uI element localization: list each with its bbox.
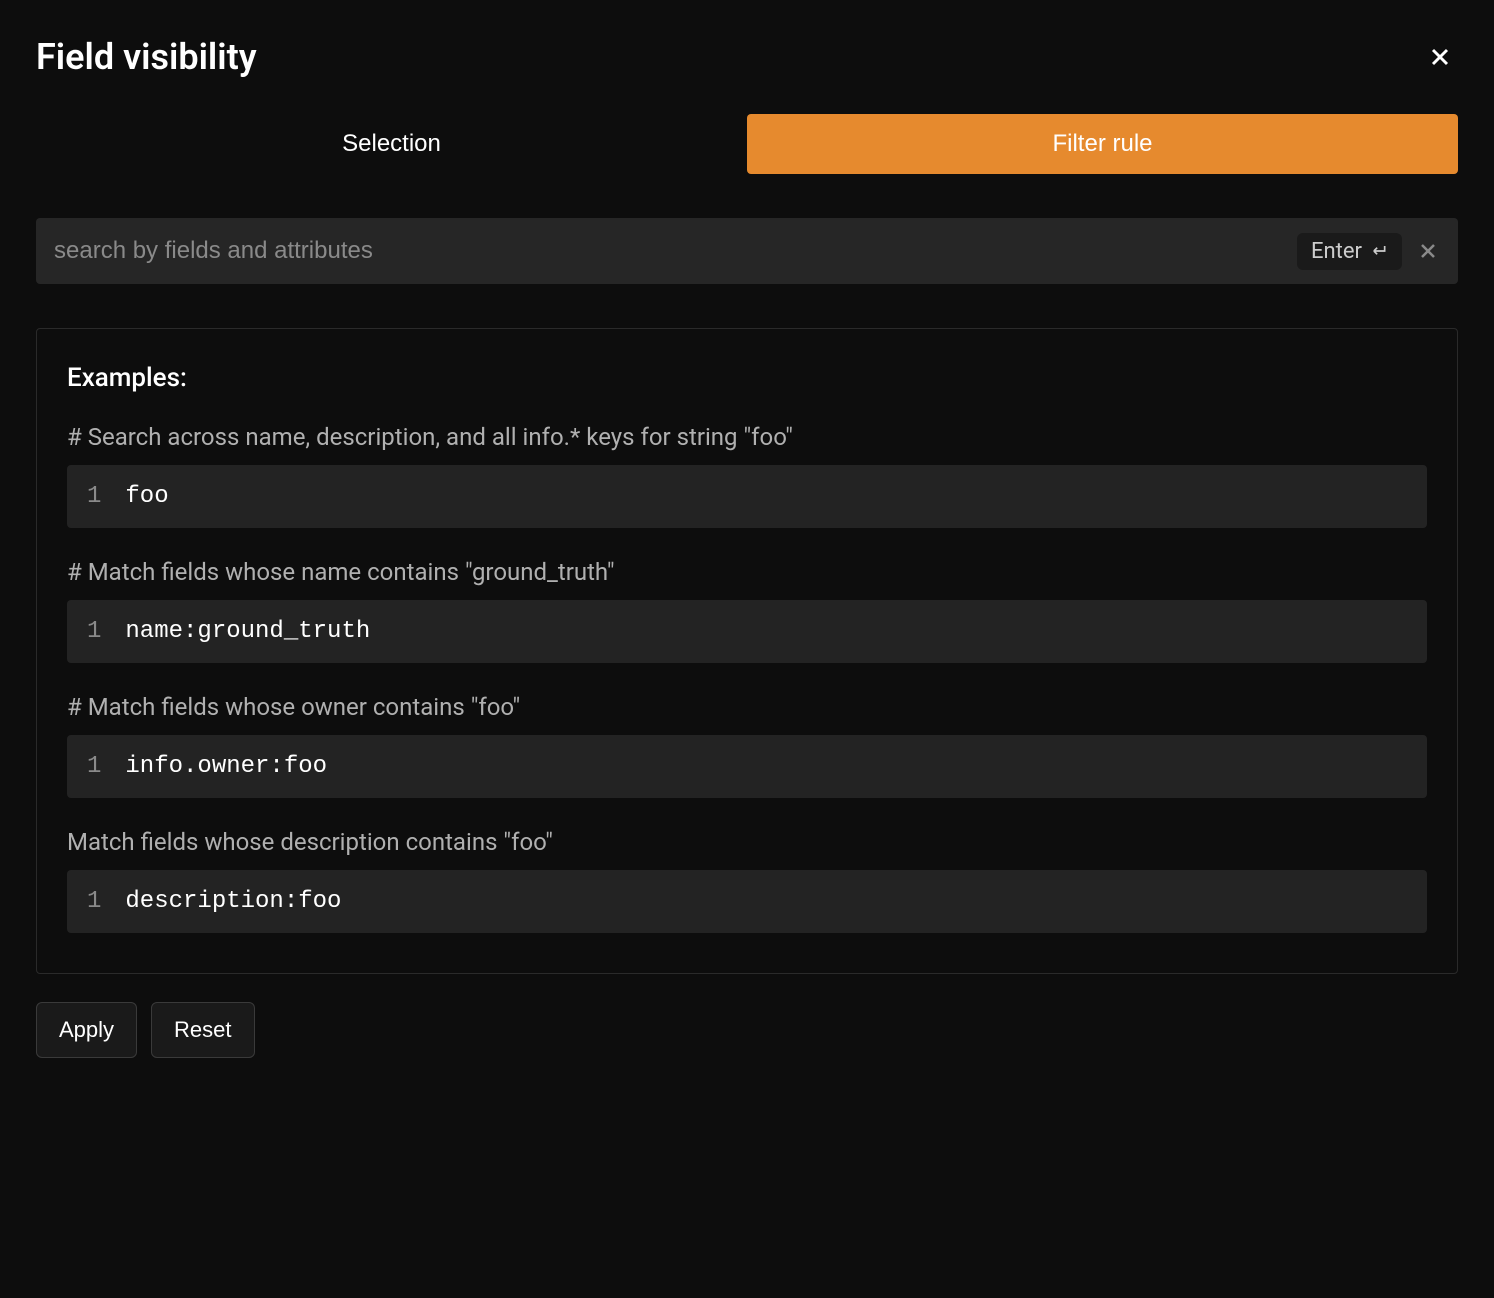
example-item: # Match fields whose name contains "grou… xyxy=(67,558,1427,663)
code-text: foo xyxy=(125,483,168,510)
line-number: 1 xyxy=(87,618,101,645)
example-code: 1 info.owner:foo xyxy=(67,735,1427,798)
example-item: Match fields whose description contains … xyxy=(67,828,1427,933)
example-description: # Match fields whose owner contains "foo… xyxy=(67,693,1427,721)
code-text: info.owner:foo xyxy=(125,753,327,780)
code-text: name:ground_truth xyxy=(125,618,370,645)
example-description: # Search across name, description, and a… xyxy=(67,423,1427,451)
example-item: # Search across name, description, and a… xyxy=(67,423,1427,528)
search-bar: Enter xyxy=(36,218,1458,284)
example-description: Match fields whose description contains … xyxy=(67,828,1427,856)
close-button[interactable] xyxy=(1422,39,1458,75)
tab-selection[interactable]: Selection xyxy=(36,114,747,174)
tabs: Selection Filter rule xyxy=(36,114,1458,174)
examples-panel: Examples: # Search across name, descript… xyxy=(36,328,1458,974)
tab-filter-rule[interactable]: Filter rule xyxy=(747,114,1458,174)
line-number: 1 xyxy=(87,888,101,915)
search-input[interactable] xyxy=(54,237,1297,265)
code-text: description:foo xyxy=(125,888,341,915)
example-item: # Match fields whose owner contains "foo… xyxy=(67,693,1427,798)
example-code: 1 description:foo xyxy=(67,870,1427,933)
apply-button[interactable]: Apply xyxy=(36,1002,137,1058)
enter-hint-badge: Enter xyxy=(1297,233,1402,270)
examples-heading: Examples: xyxy=(67,363,1427,393)
close-icon xyxy=(1416,239,1440,263)
clear-search-button[interactable] xyxy=(1416,239,1440,263)
example-code: 1 name:ground_truth xyxy=(67,600,1427,663)
close-icon xyxy=(1426,43,1454,71)
action-bar: Apply Reset xyxy=(36,1002,1458,1058)
reset-button[interactable]: Reset xyxy=(151,1002,254,1058)
example-description: # Match fields whose name contains "grou… xyxy=(67,558,1427,586)
dialog-title: Field visibility xyxy=(36,36,257,78)
example-code: 1 foo xyxy=(67,465,1427,528)
line-number: 1 xyxy=(87,753,101,780)
enter-hint-label: Enter xyxy=(1311,239,1362,264)
line-number: 1 xyxy=(87,483,101,510)
enter-key-icon xyxy=(1368,241,1388,261)
